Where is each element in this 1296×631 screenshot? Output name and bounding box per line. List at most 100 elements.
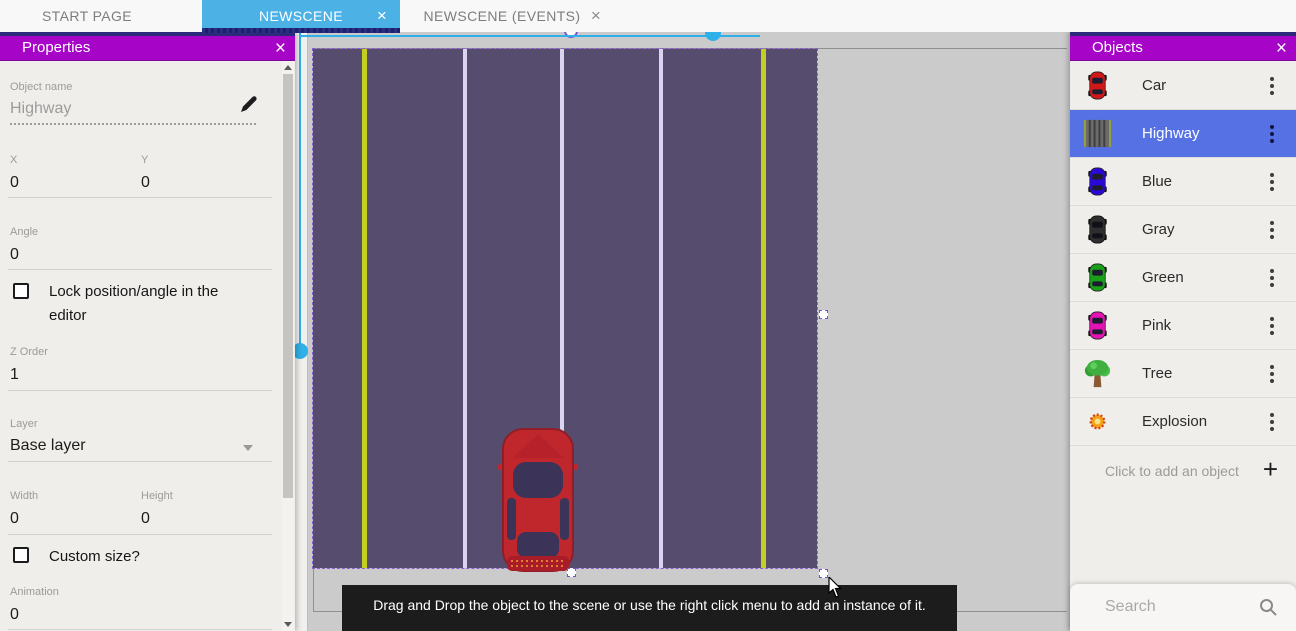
- object-name: Pink: [1142, 317, 1171, 334]
- car-instance[interactable]: [498, 424, 578, 578]
- lane-line: [761, 49, 766, 568]
- animation-label: Animation: [10, 586, 59, 598]
- add-object-row: Click to add an object +: [1070, 446, 1296, 496]
- divider: [8, 629, 272, 630]
- divider: [8, 534, 272, 535]
- divider: [8, 461, 272, 462]
- angle-label: Angle: [10, 226, 38, 238]
- object-name: Tree: [1142, 365, 1172, 382]
- animation-field[interactable]: 0: [10, 606, 19, 624]
- scene-canvas[interactable]: Drag and Drop the object to the scene or…: [295, 32, 1067, 631]
- divider: [8, 197, 272, 198]
- tab-start-page[interactable]: START PAGE: [12, 0, 162, 32]
- scroll-up-icon[interactable]: [284, 65, 292, 70]
- x-field[interactable]: 0: [10, 174, 19, 192]
- plus-icon[interactable]: +: [1263, 454, 1278, 485]
- tab-newscene-events[interactable]: NEWSCENE (EVENTS) ×: [402, 0, 602, 32]
- height-label: Height: [141, 490, 173, 502]
- object-name: Gray: [1142, 221, 1175, 238]
- object-row-explosion[interactable]: Explosion: [1070, 398, 1296, 446]
- x-label: X: [10, 154, 17, 166]
- resize-handle-right[interactable]: [819, 310, 828, 319]
- add-object-button[interactable]: Click to add an object: [1105, 463, 1239, 479]
- highway-thumbnail-icon: [1082, 118, 1113, 149]
- object-row-car[interactable]: Car: [1070, 62, 1296, 110]
- z-order-label: Z Order: [10, 346, 48, 358]
- width-field[interactable]: 0: [10, 510, 19, 528]
- object-name: Explosion: [1142, 413, 1207, 430]
- tab-label: NEWSCENE (EVENTS): [424, 8, 581, 24]
- explosion-thumbnail-icon: [1082, 406, 1113, 437]
- car-thumbnail-icon: [1082, 310, 1113, 341]
- properties-header: Properties ×: [0, 32, 295, 61]
- custom-size-label: Custom size?: [49, 545, 254, 569]
- object-row-gray[interactable]: Gray: [1070, 206, 1296, 254]
- layer-select[interactable]: Base layer: [10, 437, 86, 455]
- properties-panel: Properties × Object name Highway X Y 0 0…: [0, 32, 295, 631]
- object-name: Blue: [1142, 173, 1172, 190]
- tab-label: START PAGE: [42, 8, 132, 24]
- panel-title: Objects: [1092, 39, 1143, 56]
- chevron-down-icon[interactable]: [243, 445, 253, 451]
- lock-position-label: Lock position/angle in the editor: [49, 280, 254, 328]
- lane-line: [463, 49, 467, 568]
- custom-size-checkbox[interactable]: [13, 547, 29, 563]
- car-thumbnail-icon: [1082, 262, 1113, 293]
- object-name: Green: [1142, 269, 1184, 286]
- height-field[interactable]: 0: [141, 510, 150, 528]
- kebab-menu-icon[interactable]: [1270, 125, 1274, 143]
- kebab-menu-icon[interactable]: [1270, 269, 1274, 287]
- kebab-menu-icon[interactable]: [1270, 317, 1274, 335]
- objects-header: Objects ×: [1070, 32, 1296, 61]
- search-input[interactable]: [1105, 594, 1245, 620]
- resize-handle-bottom[interactable]: [567, 568, 576, 577]
- close-icon[interactable]: ×: [586, 6, 606, 26]
- panel-title: Properties: [22, 39, 90, 56]
- kebab-menu-icon[interactable]: [1270, 413, 1274, 431]
- car-thumbnail-icon: [1082, 70, 1113, 101]
- close-icon[interactable]: ×: [275, 37, 286, 61]
- drag-drop-tooltip: Drag and Drop the object to the scene or…: [342, 585, 957, 631]
- tab-label: NEWSCENE: [259, 8, 343, 24]
- canvas-vertical-scroll-track[interactable]: [295, 32, 308, 631]
- close-icon[interactable]: ×: [1276, 37, 1287, 61]
- z-order-field[interactable]: 1: [10, 366, 19, 384]
- object-name: Highway: [1142, 125, 1200, 142]
- mouse-cursor: [828, 577, 844, 599]
- canvas-horizontal-scrollbar[interactable]: [300, 35, 760, 37]
- object-name-label: Object name: [10, 81, 72, 93]
- object-row-tree[interactable]: Tree: [1070, 350, 1296, 398]
- lock-position-checkbox[interactable]: [13, 283, 29, 299]
- divider: [8, 269, 272, 270]
- edit-name-icon[interactable]: [239, 94, 259, 114]
- object-name-field[interactable]: Highway: [10, 100, 256, 125]
- scroll-down-icon[interactable]: [284, 622, 292, 627]
- object-name: Car: [1142, 77, 1166, 94]
- lane-line: [362, 49, 367, 568]
- object-row-pink[interactable]: Pink: [1070, 302, 1296, 350]
- horizontal-scroll-thumb[interactable]: [705, 32, 721, 41]
- kebab-menu-icon[interactable]: [1270, 365, 1274, 383]
- search-icon: [1258, 597, 1278, 617]
- object-search-box: [1070, 584, 1296, 631]
- object-row-blue[interactable]: Blue: [1070, 158, 1296, 206]
- kebab-menu-icon[interactable]: [1270, 221, 1274, 239]
- active-tab-indicator: [202, 28, 400, 33]
- divider: [8, 390, 272, 391]
- properties-scroll-thumb[interactable]: [283, 74, 293, 498]
- object-row-green[interactable]: Green: [1070, 254, 1296, 302]
- tree-thumbnail-icon: [1082, 358, 1113, 389]
- kebab-menu-icon[interactable]: [1270, 173, 1274, 191]
- y-field[interactable]: 0: [141, 174, 150, 192]
- close-icon[interactable]: ×: [372, 6, 392, 26]
- object-row-highway[interactable]: Highway: [1070, 110, 1296, 158]
- y-label: Y: [141, 154, 148, 166]
- tab-bar: START PAGE NEWSCENE × NEWSCENE (EVENTS) …: [0, 0, 1296, 32]
- layer-label: Layer: [10, 418, 38, 430]
- angle-field[interactable]: 0: [10, 246, 19, 264]
- car-thumbnail-icon: [1082, 166, 1113, 197]
- resize-handle-bottom-right[interactable]: [819, 569, 828, 578]
- canvas-vertical-scrollbar[interactable]: [299, 33, 301, 351]
- kebab-menu-icon[interactable]: [1270, 77, 1274, 95]
- width-label: Width: [10, 490, 38, 502]
